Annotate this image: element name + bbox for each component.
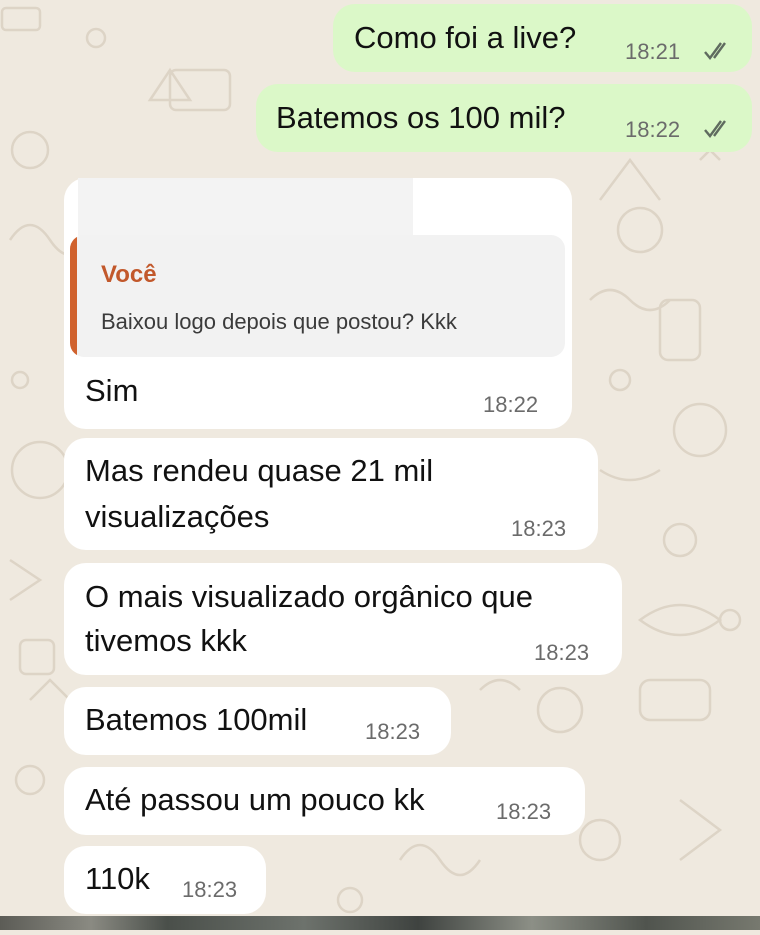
- double-check-icon: [704, 42, 726, 60]
- message-text: Batemos 100mil: [85, 702, 308, 737]
- message-bubble-incoming[interactable]: Mas rendeu quase 21 mil visualizações 18…: [64, 438, 598, 550]
- message-text: Mas rendeu quase 21 mil: [85, 453, 434, 488]
- message-bubble-outgoing[interactable]: Como foi a live? 18:21: [333, 4, 752, 72]
- quoted-message[interactable]: Você Baixou logo depois que postou? Kkk: [70, 235, 565, 357]
- message-bubble-incoming[interactable]: 110k 18:23: [64, 846, 266, 914]
- media-placeholder: [78, 178, 413, 236]
- message-time: 18:23: [182, 877, 238, 902]
- image-preview-strip[interactable]: [0, 916, 760, 930]
- message-time: 18:23: [511, 516, 567, 541]
- quote-accent-bar: [70, 235, 77, 357]
- message-time: 18:23: [365, 719, 421, 744]
- message-time: 18:22: [483, 392, 539, 417]
- double-check-icon: [704, 120, 726, 138]
- message-text: Sim: [85, 373, 139, 408]
- message-text: tivemos kkk: [85, 623, 247, 658]
- message-bubble-incoming[interactable]: Batemos 100mil 18:23: [64, 687, 451, 755]
- message-text: 110k: [85, 861, 150, 896]
- message-bubble-incoming[interactable]: Você Baixou logo depois que postou? Kkk …: [64, 178, 572, 429]
- quote-author: Você: [101, 261, 157, 288]
- message-time: 18:22: [625, 117, 681, 142]
- quote-text: Baixou logo depois que postou? Kkk: [101, 309, 457, 334]
- message-text: visualizações: [85, 499, 270, 534]
- message-time: 18:23: [496, 799, 552, 824]
- message-text: O mais visualizado orgânico que: [85, 579, 534, 614]
- message-bubble-outgoing[interactable]: Batemos os 100 mil? 18:22: [256, 84, 752, 152]
- message-text: Batemos os 100 mil?: [276, 100, 566, 135]
- message-time: 18:23: [534, 640, 590, 665]
- message-time: 18:21: [625, 39, 681, 64]
- message-bubble-incoming[interactable]: O mais visualizado orgânico que tivemos …: [64, 563, 622, 675]
- message-text: Como foi a live?: [354, 20, 577, 55]
- message-bubble-incoming[interactable]: Até passou um pouco kk 18:23: [64, 767, 585, 835]
- message-text: Até passou um pouco kk: [85, 782, 425, 817]
